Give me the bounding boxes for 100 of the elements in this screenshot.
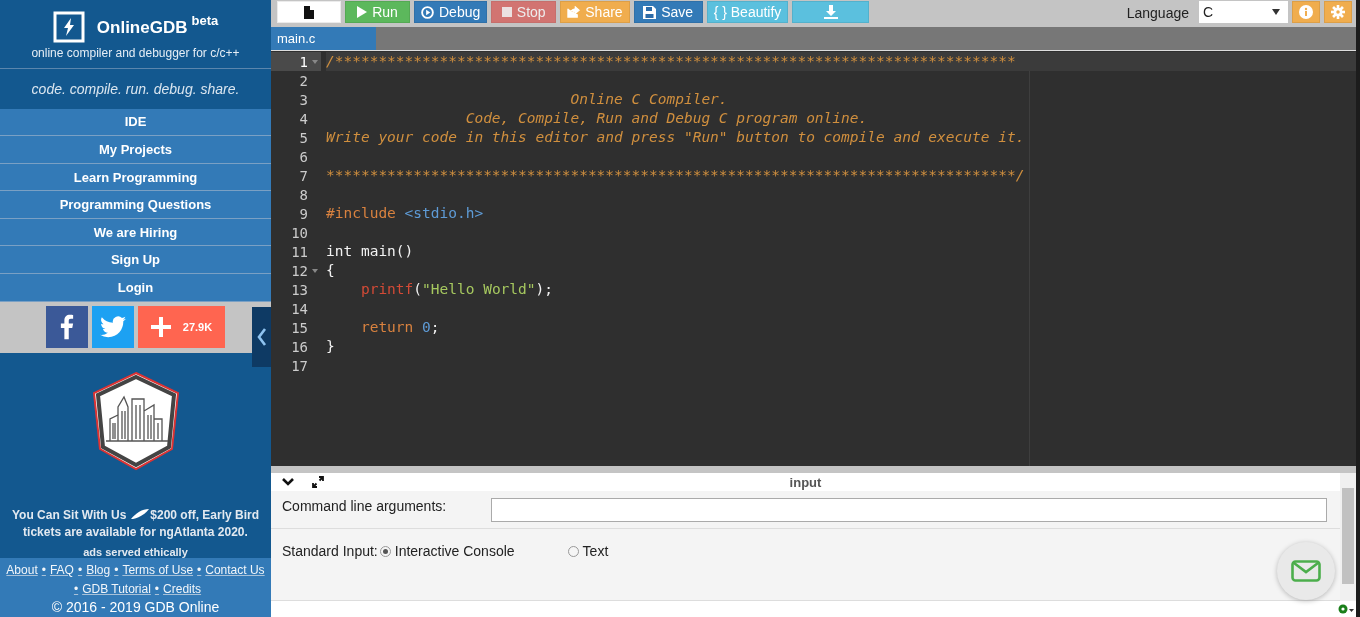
expand-icon[interactable] <box>312 476 324 488</box>
stdin-radio[interactable]: Interactive Console <box>379 543 515 559</box>
nav-link[interactable]: Learn Programming <box>0 163 271 192</box>
plus-icon <box>150 317 171 338</box>
chevron-left-icon <box>256 327 267 346</box>
footer-link[interactable]: Terms of Use <box>122 562 194 577</box>
footer-link[interactable]: About <box>6 562 38 577</box>
ad-text[interactable]: tickets are available for ngAtlanta 2020. <box>11 523 260 541</box>
ad-text[interactable]: $200 off, Early Bird <box>150 507 260 522</box>
line-number: 3 <box>299 91 308 108</box>
file-icon <box>304 5 314 19</box>
line-number: 1 <box>299 53 308 70</box>
ad-text[interactable]: You Can Sit With Us <box>11 507 127 522</box>
debug-button[interactable]: Debug <box>414 1 488 23</box>
nav-link[interactable]: IDE <box>0 108 271 137</box>
code-line: #include <stdio.h> <box>326 205 484 221</box>
line-number: 10 <box>291 224 308 241</box>
footer-link[interactable]: GDB Tutorial <box>82 581 151 596</box>
code-line: Online C Compiler. <box>569 91 728 107</box>
twitter-button[interactable] <box>92 306 134 349</box>
line-number: 14 <box>291 300 308 317</box>
fold-icon[interactable] <box>311 268 318 273</box>
play-circle-icon <box>421 5 434 19</box>
line-number: 17 <box>291 357 308 374</box>
nav-link[interactable]: Login <box>0 274 271 302</box>
nav-link[interactable]: Sign Up <box>0 246 271 275</box>
language-select[interactable]: C <box>1199 1 1288 23</box>
code-line: Code, Compile, Run and Debug C program online. <box>464 110 868 126</box>
args-input[interactable] <box>491 497 1327 522</box>
line-number: 4 <box>299 110 308 127</box>
nav-link[interactable]: We are Hiring <box>0 218 271 247</box>
tagline: code. compile. run. debug. share. <box>30 79 241 99</box>
new-file-button[interactable] <box>277 1 341 23</box>
code-line: return 0; <box>359 319 440 335</box>
code-line: Write your code in this editor and press "Run" button to compile and execute it. <box>326 129 1025 145</box>
code-line: printf("Hello World"); <box>359 281 553 297</box>
line-number: 9 <box>299 205 308 222</box>
bullet-separator: • <box>154 581 160 596</box>
line-number: 12 <box>291 262 308 279</box>
download-button[interactable] <box>792 1 870 23</box>
fold-icon[interactable] <box>311 59 318 64</box>
nav-link[interactable]: Programming Questions <box>0 191 271 219</box>
scrollbar[interactable] <box>1340 473 1356 601</box>
ad-note[interactable]: ads served ethically <box>83 545 188 558</box>
args-label: Command line arguments: <box>282 497 448 514</box>
line-number: 15 <box>291 319 308 336</box>
mail-button[interactable] <box>1277 542 1335 600</box>
share-icon <box>567 6 581 18</box>
language-label: Language <box>1126 5 1189 21</box>
play-icon <box>357 6 368 18</box>
line-number: 7 <box>299 167 308 184</box>
brand-subtitle: online compiler and debugger for c/c++ <box>31 46 240 60</box>
panel-title: input <box>788 474 823 490</box>
line-number: 13 <box>291 281 308 298</box>
line-number: 6 <box>299 148 308 165</box>
file-tab[interactable]: main.c <box>271 27 376 50</box>
bullet-separator: • <box>73 581 79 596</box>
stop-icon <box>501 7 512 17</box>
code-line: { <box>326 262 335 278</box>
footer-link[interactable]: FAQ <box>49 562 74 577</box>
bullet-separator: • <box>41 562 46 577</box>
bird-icon <box>100 316 126 339</box>
line-number: 2 <box>299 72 308 89</box>
city-shield-drawing[interactable] <box>91 370 180 471</box>
bolt-logo-icon <box>52 11 85 43</box>
run-button[interactable]: Run <box>345 1 410 23</box>
info-button[interactable] <box>1292 1 1320 23</box>
facebook-button[interactable] <box>46 306 88 349</box>
collapse-sidebar-button[interactable] <box>252 306 271 367</box>
floppy-icon <box>643 5 657 19</box>
stdin-label: Standard Input: <box>282 543 378 559</box>
addthis-button[interactable]: 27.9K <box>138 306 225 349</box>
code-line: } <box>326 338 335 354</box>
gear-menu-icon[interactable] <box>1338 603 1354 615</box>
line-number: 16 <box>291 338 308 355</box>
save-button[interactable]: Save <box>633 1 703 23</box>
line-number: 8 <box>299 186 308 203</box>
feather-icon <box>130 507 151 520</box>
line-number: 5 <box>299 129 308 146</box>
stdin-radio[interactable]: Text <box>567 543 609 559</box>
dropdown-caret-icon <box>1272 9 1280 15</box>
nav-link[interactable]: My Projects <box>0 136 271 164</box>
brand-name[interactable]: OnlineGDB <box>96 18 188 38</box>
line-number: 11 <box>291 243 308 260</box>
chevron-down-icon[interactable] <box>282 478 294 486</box>
settings-icon <box>1331 5 1345 19</box>
footer-link[interactable]: Contact Us <box>205 562 265 577</box>
code-line: *******************************************************************************/ <box>326 167 1025 183</box>
code-line: int main() <box>326 243 414 259</box>
download-icon <box>823 5 838 19</box>
bullet-separator: • <box>114 562 119 577</box>
footer-link[interactable]: Blog <box>86 562 111 577</box>
beta-label: beta <box>191 13 219 28</box>
footer-link[interactable]: Credits <box>163 581 202 596</box>
settings-button[interactable] <box>1324 1 1352 23</box>
info-icon <box>1299 5 1313 19</box>
bullet-separator: • <box>197 562 202 577</box>
facebook-icon <box>60 314 74 341</box>
envelope-icon <box>1291 560 1321 582</box>
copyright: © 2016 - 2019 GDB Online <box>51 598 220 615</box>
